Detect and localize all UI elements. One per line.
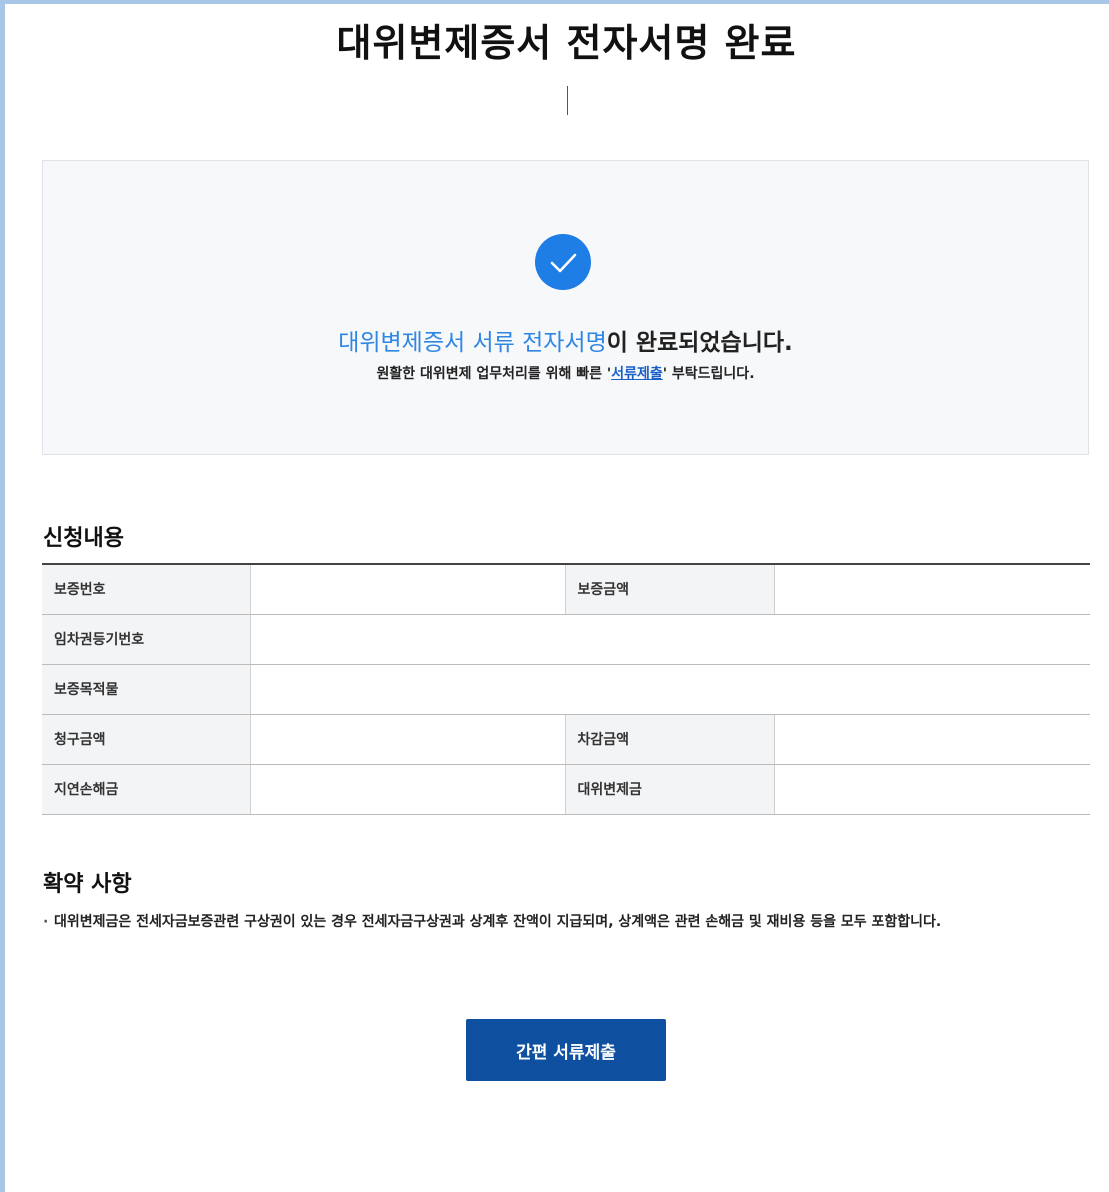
completion-sub-prefix: 원활한 대위변제 업무처리를 위해 빠른 ' (376, 366, 612, 382)
application-section-title: 신청내용 (43, 526, 124, 551)
subrogation-amount-label: 대위변제금 (564, 764, 774, 815)
window-frame-top (0, 0, 1109, 4)
easy-document-submit-button[interactable]: 간편 서류제출 (466, 1019, 666, 1081)
lease-registration-no-label: 임차권등기번호 (42, 614, 250, 665)
guarantee-no-label: 보증번호 (42, 564, 250, 615)
table-row: 청구금액 차감금액 (42, 714, 1090, 765)
guarantee-property-value (249, 664, 1090, 715)
late-damages-label: 지연손해금 (42, 764, 250, 815)
deduction-amount-label: 차감금액 (564, 714, 774, 765)
completion-message: 대위변제증서 서류 전자서명이 완료되었습니다. (43, 323, 1088, 357)
agreement-notice: · 대위변제금은 전세자금보증관련 구상권이 있는 경우 전세자금구상권과 상계… (43, 910, 1053, 935)
completion-sub-suffix: ' 부탁드립니다. (662, 366, 755, 382)
completion-panel: 대위변제증서 서류 전자서명이 완료되었습니다. 원활한 대위변제 업무처리를 … (42, 160, 1089, 455)
document-submit-link[interactable]: 서류제출 (611, 366, 663, 382)
bullet-icon: · (43, 914, 49, 930)
guarantee-amount-label: 보증금액 (564, 564, 774, 615)
claim-amount-label: 청구금액 (42, 714, 250, 765)
guarantee-no-value (249, 564, 565, 615)
table-row: 보증목적물 (42, 664, 1090, 715)
page-title: 대위변제증서 전자서명 완료 (336, 21, 797, 65)
claim-amount-value (249, 714, 565, 765)
agreement-text: 대위변제금은 전세자금보증관련 구상권이 있는 경우 전세자금구상권과 상계후 … (54, 914, 942, 930)
window-frame-left (0, 0, 5, 1192)
table-row: 지연손해금 대위변제금 (42, 764, 1090, 815)
guarantee-amount-value (773, 564, 1090, 615)
deduction-amount-value (773, 714, 1090, 765)
completion-message-suffix: 이 완료되었습니다. (606, 330, 793, 356)
completion-highlight: 대위변제증서 서류 전자서명 (338, 330, 607, 356)
application-table: 보증번호 보증금액 임차권등기번호 보증목적물 청구금액 차감금액 지연손해금 … (42, 563, 1090, 815)
late-damages-value (249, 764, 565, 815)
lease-registration-no-value (249, 614, 1090, 665)
table-row: 보증번호 보증금액 (42, 564, 1090, 615)
agreement-section-title: 확약 사항 (43, 872, 132, 897)
guarantee-property-label: 보증목적물 (42, 664, 250, 715)
table-row: 임차권등기번호 (42, 614, 1090, 665)
completion-subtext: 원활한 대위변제 업무처리를 위해 빠른 '서류제출' 부탁드립니다. (43, 363, 1088, 383)
title-divider (567, 86, 568, 115)
check-circle-icon (535, 234, 591, 290)
subrogation-amount-value (773, 764, 1090, 815)
